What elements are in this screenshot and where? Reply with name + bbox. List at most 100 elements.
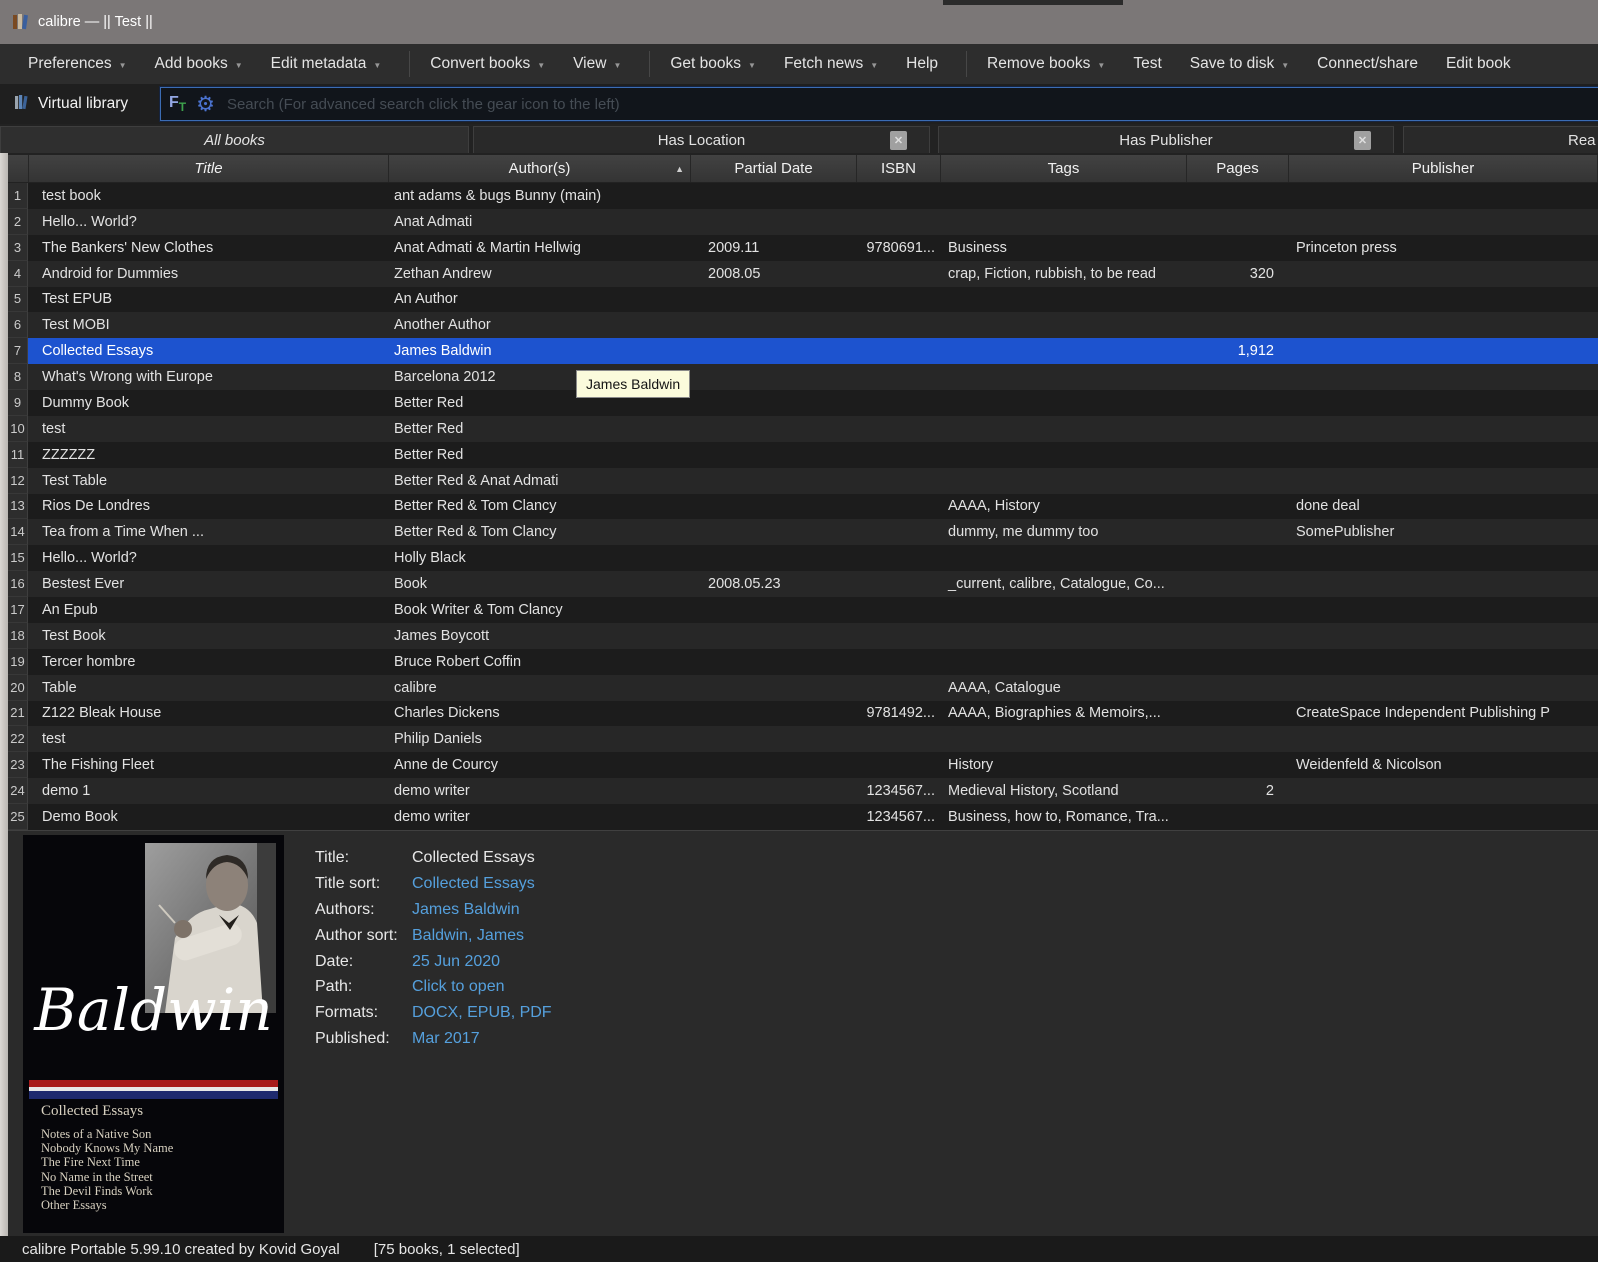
cell-isbn[interactable] [856, 571, 940, 597]
cell-date[interactable] [690, 752, 856, 778]
row-number[interactable]: 24 [8, 778, 28, 804]
cell-pages[interactable] [1186, 623, 1288, 649]
cell-isbn[interactable] [856, 494, 940, 520]
table-row[interactable]: 11 ZZZZZZ Better Red [8, 441, 1598, 468]
cell-pages[interactable] [1186, 183, 1288, 209]
table-row[interactable]: 2 Hello... World? Anat Admati [8, 208, 1598, 235]
search-input[interactable] [224, 94, 1598, 114]
cell-pages[interactable] [1186, 519, 1288, 545]
row-number[interactable]: 2 [8, 208, 28, 235]
row-number[interactable]: 15 [8, 545, 28, 572]
cell-date[interactable] [690, 675, 856, 701]
cell-publisher[interactable] [1288, 416, 1598, 442]
cell-tags[interactable] [940, 416, 1186, 442]
details-value[interactable]: Click to open [412, 978, 505, 996]
cell-publisher[interactable] [1288, 261, 1598, 287]
cell-title[interactable]: Test Book [28, 623, 388, 649]
cell-tags[interactable]: History [940, 752, 1186, 778]
tab-all-books[interactable]: All books [0, 126, 469, 153]
cell-authors[interactable]: Philip Daniels [388, 726, 690, 752]
cell-authors[interactable]: Better Red & Anat Admati [388, 468, 690, 494]
cell-authors[interactable]: Another Author [388, 312, 690, 338]
gear-icon[interactable]: ⚙ [196, 94, 215, 115]
cell-publisher[interactable] [1288, 623, 1598, 649]
cell-tags[interactable] [940, 312, 1186, 338]
cell-title[interactable]: test book [28, 183, 388, 209]
cell-date[interactable] [690, 494, 856, 520]
details-value[interactable]: DOCX, EPUB, PDF [412, 1004, 552, 1022]
cell-title[interactable]: Collected Essays [28, 338, 388, 364]
cell-authors[interactable]: Anat Admati [388, 209, 690, 235]
cell-authors[interactable]: James Boycott [388, 623, 690, 649]
row-number[interactable]: 25 [8, 804, 28, 830]
close-icon[interactable]: ✕ [890, 131, 907, 150]
cell-date[interactable] [690, 701, 856, 727]
toolbar-button-add-books[interactable]: Add books ▼ [145, 55, 253, 73]
row-number[interactable]: 11 [8, 441, 28, 468]
table-row[interactable]: 18 Test Book James Boycott [8, 622, 1598, 649]
cell-title[interactable]: The Bankers' New Clothes [28, 235, 388, 261]
cell-date[interactable] [690, 545, 856, 571]
row-number[interactable]: 23 [8, 752, 28, 779]
cell-pages[interactable]: 2 [1186, 778, 1288, 804]
cell-tags[interactable]: Business, how to, Romance, Tra... [940, 804, 1186, 830]
virtual-library-button[interactable]: Virtual library [14, 84, 128, 124]
cell-tags[interactable] [940, 442, 1186, 468]
cell-isbn[interactable] [856, 545, 940, 571]
toolbar-button-preferences[interactable]: Preferences ▼ [18, 55, 137, 73]
cell-isbn[interactable] [856, 261, 940, 287]
table-row[interactable]: 12 Test Table Better Red & Anat Admati [8, 467, 1598, 494]
cell-isbn[interactable] [856, 519, 940, 545]
full-text-search-icon[interactable]: FT [169, 94, 186, 114]
cell-pages[interactable]: 320 [1186, 261, 1288, 287]
cell-pages[interactable]: 1,912 [1186, 338, 1288, 364]
details-value[interactable]: James Baldwin [412, 901, 520, 919]
cell-publisher[interactable]: done deal [1288, 494, 1598, 520]
cell-tags[interactable] [940, 364, 1186, 390]
toolbar-button-view[interactable]: View ▼ [563, 55, 631, 73]
cell-isbn[interactable]: 9781492... [856, 701, 940, 727]
toolbar-button-save-to-disk[interactable]: Save to disk ▼ [1180, 55, 1299, 73]
column-header-tags[interactable]: Tags [941, 155, 1187, 182]
cell-publisher[interactable]: Princeton press [1288, 235, 1598, 261]
cell-publisher[interactable] [1288, 804, 1598, 830]
cell-isbn[interactable] [856, 390, 940, 416]
cell-pages[interactable] [1186, 726, 1288, 752]
row-number[interactable]: 5 [8, 286, 28, 313]
cell-publisher[interactable] [1288, 468, 1598, 494]
cell-isbn[interactable] [856, 338, 940, 364]
toolbar-button-test[interactable]: Test [1123, 55, 1171, 73]
cell-tags[interactable] [940, 209, 1186, 235]
cell-tags[interactable]: AAAA, History [940, 494, 1186, 520]
row-number[interactable]: 21 [8, 700, 28, 727]
cell-pages[interactable] [1186, 364, 1288, 390]
cell-title[interactable]: ZZZZZZ [28, 442, 388, 468]
cell-date[interactable] [690, 364, 856, 390]
cell-date[interactable] [690, 726, 856, 752]
cell-publisher[interactable] [1288, 287, 1598, 313]
book-cover[interactable]: Baldwin Collected Essays Notes of a Nati… [23, 835, 284, 1233]
column-header-partial-date[interactable]: Partial Date [691, 155, 857, 182]
cell-publisher[interactable] [1288, 597, 1598, 623]
cell-date[interactable] [690, 312, 856, 338]
cell-publisher[interactable] [1288, 675, 1598, 701]
cell-title[interactable]: The Fishing Fleet [28, 752, 388, 778]
cell-date[interactable] [690, 442, 856, 468]
cell-publisher[interactable] [1288, 442, 1598, 468]
cell-publisher[interactable]: SomePublisher [1288, 519, 1598, 545]
cell-publisher[interactable] [1288, 312, 1598, 338]
cell-tags[interactable] [940, 649, 1186, 675]
cell-title[interactable]: Tea from a Time When ... [28, 519, 388, 545]
cell-pages[interactable] [1186, 649, 1288, 675]
cell-title[interactable]: Bestest Ever [28, 571, 388, 597]
row-number[interactable]: 9 [8, 390, 28, 416]
tab-has-publisher[interactable]: Has Publisher ✕ [938, 126, 1394, 153]
cell-tags[interactable] [940, 468, 1186, 494]
details-value[interactable]: Mar 2017 [412, 1030, 480, 1048]
table-row[interactable]: 24 demo 1 demo writer 1234567... Medieval Hi… [8, 778, 1598, 804]
row-number[interactable]: 22 [8, 726, 28, 753]
cell-authors[interactable]: ant adams & bugs Bunny (main) [388, 183, 690, 209]
details-value[interactable]: 25 Jun 2020 [412, 953, 500, 971]
row-number[interactable]: 12 [8, 467, 28, 494]
cell-isbn[interactable] [856, 312, 940, 338]
